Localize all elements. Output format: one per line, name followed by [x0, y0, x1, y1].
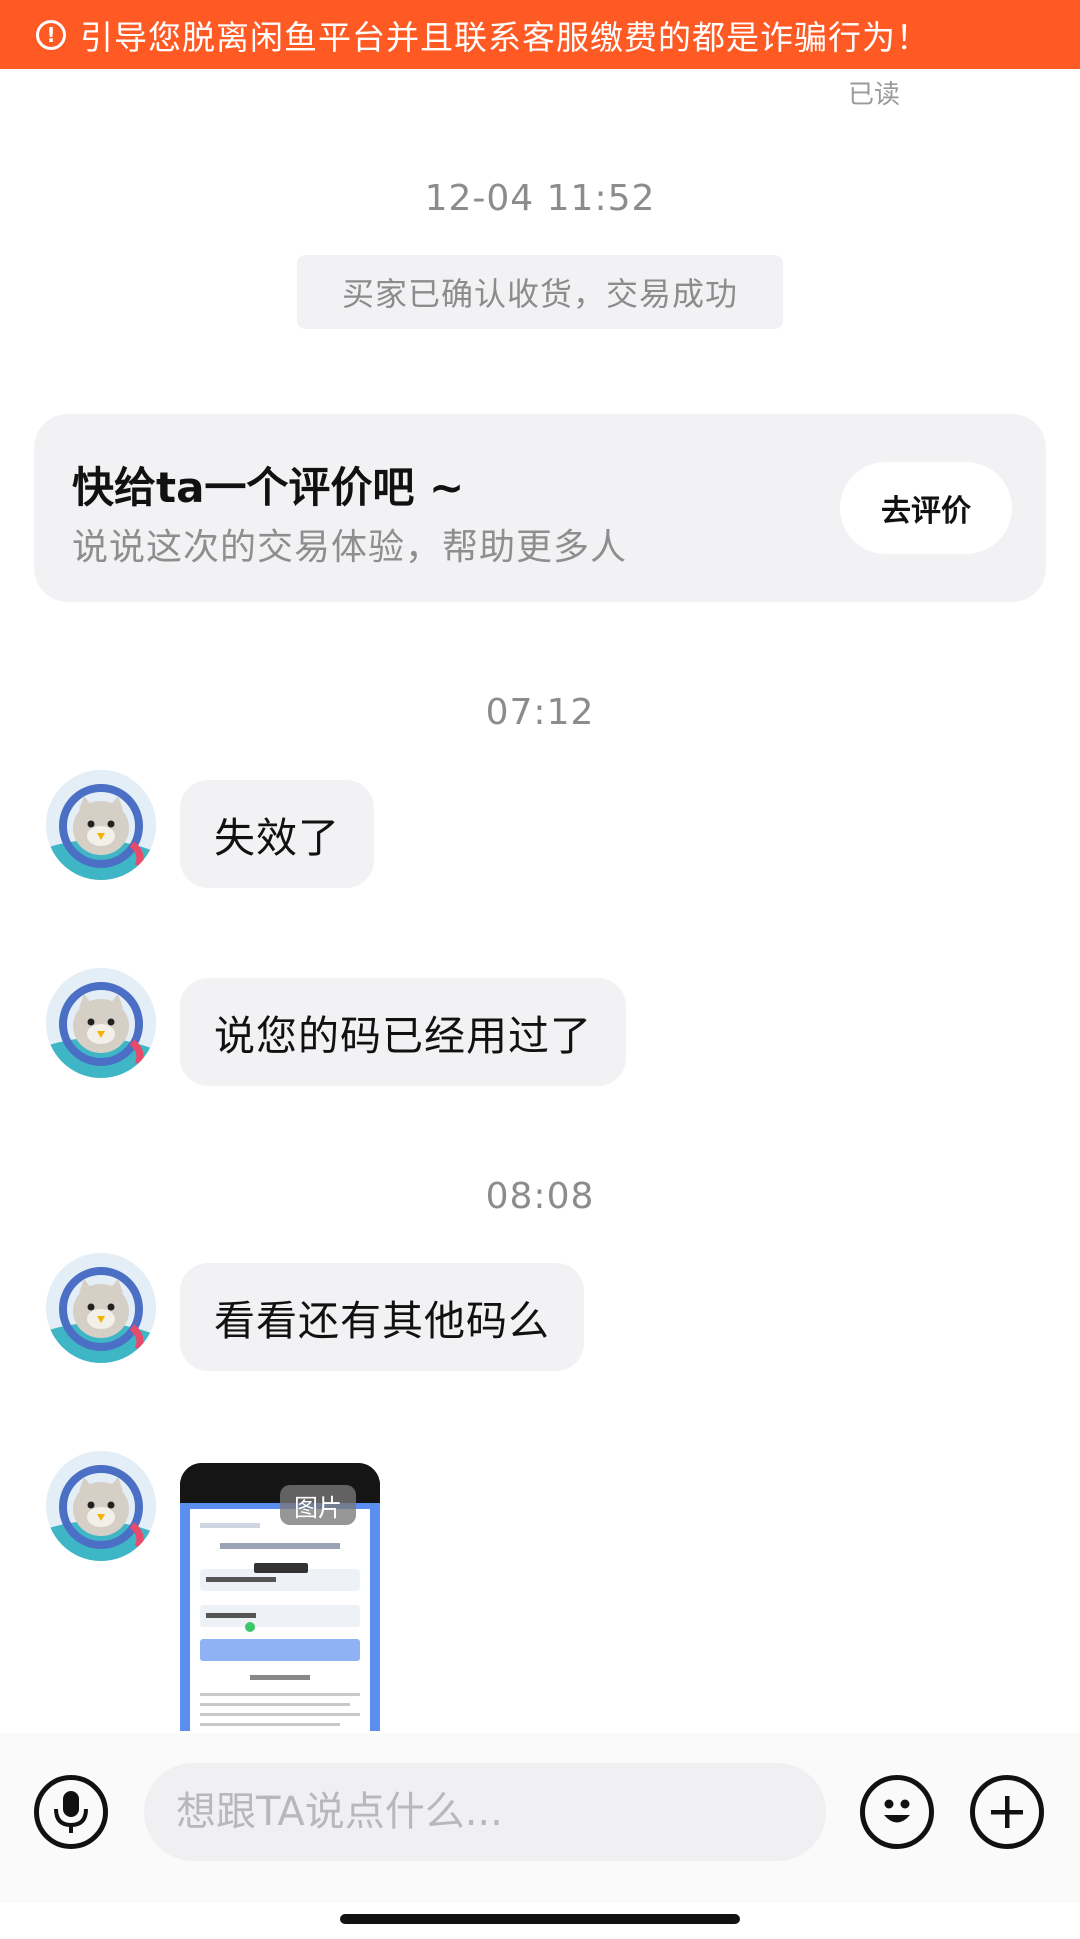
message-bubble[interactable]: 失效了: [180, 780, 374, 888]
timestamp: 08:08: [485, 1176, 595, 1217]
message-bubble[interactable]: 看看还有其他码么: [180, 1263, 584, 1371]
emoji-icon[interactable]: [860, 1775, 934, 1849]
read-status: 已读: [847, 80, 900, 110]
microphone-icon[interactable]: [34, 1775, 108, 1849]
message-bubble[interactable]: 说您的码已经用过了: [180, 978, 626, 1086]
system-notice: 买家已确认收货，交易成功: [297, 255, 783, 329]
image-label: 图片: [280, 1485, 356, 1525]
timestamp: 12-04 11:52: [424, 178, 656, 219]
plus-icon[interactable]: [970, 1775, 1044, 1849]
avatar[interactable]: [46, 770, 156, 880]
write-review-button[interactable]: 去评价: [840, 462, 1012, 554]
cat-avatar-icon: [46, 1451, 156, 1561]
alert-circle-icon: !: [36, 19, 66, 50]
cat-avatar-icon: [46, 770, 156, 880]
image-message[interactable]: 图片: [180, 1463, 380, 1731]
review-prompt-card: 快给ta一个评价吧 ~ 说说这次的交易体验，帮助更多人 去评价: [34, 414, 1046, 602]
review-title: 快给ta一个评价吧 ~: [72, 463, 465, 512]
home-indicator: [340, 1914, 740, 1924]
fraud-warning-text: 引导您脱离闲鱼平台并且联系客服缴费的都是诈骗行为！: [80, 17, 930, 57]
input-bar: [0, 1733, 1080, 1903]
cat-avatar-icon: [46, 968, 156, 1078]
fraud-warning-banner: ! 引导您脱离闲鱼平台并且联系客服缴费的都是诈骗行为！: [0, 0, 1080, 69]
avatar[interactable]: [46, 1451, 156, 1561]
avatar[interactable]: [46, 968, 156, 1078]
avatar[interactable]: [46, 1253, 156, 1363]
review-subtitle: 说说这次的交易体验，帮助更多人: [72, 527, 628, 568]
timestamp: 07:12: [485, 692, 595, 733]
cat-avatar-icon: [46, 1253, 156, 1363]
message-input[interactable]: [144, 1763, 826, 1861]
